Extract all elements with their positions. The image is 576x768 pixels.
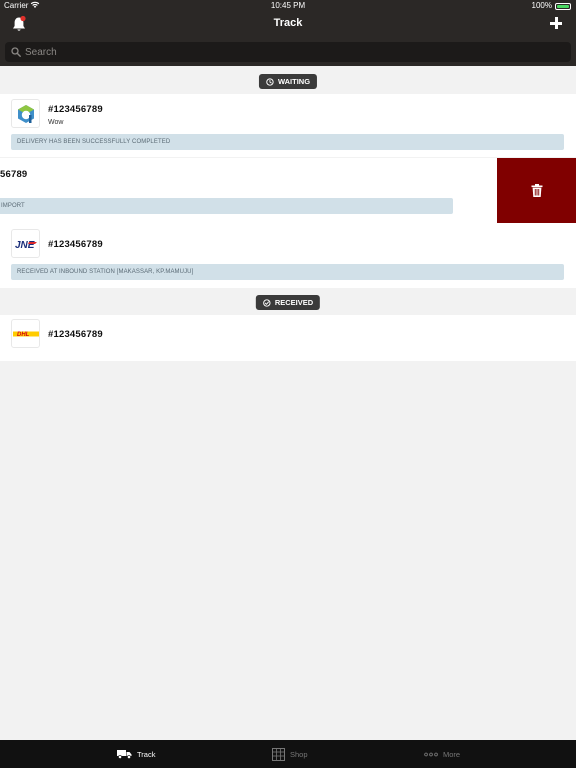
tracking-number: #123456789: [48, 329, 103, 340]
check-circle-icon: [263, 298, 271, 307]
search-field[interactable]: [5, 42, 571, 62]
carrier-logo: JNE: [11, 229, 40, 258]
delete-button[interactable]: [497, 158, 576, 223]
tab-label: More: [443, 749, 461, 759]
nav-bar: Track: [0, 12, 576, 40]
status-message: IMPORT: [1, 203, 25, 209]
status-bar: Carrier 10:45 PM 100%: [0, 0, 576, 12]
svg-text:JNE: JNE: [15, 240, 35, 251]
tab-track[interactable]: Track: [117, 740, 155, 768]
status-text: DELIVERY HAS BEEN SUCCESSFULLY COMPLETED: [11, 134, 564, 150]
tracking-number: #123456789: [48, 104, 103, 115]
tab-label: Shop: [290, 749, 308, 759]
shipment-note: Wow: [48, 119, 64, 126]
search-bar: [0, 40, 576, 66]
status-text: RECEIVED AT INBOUND STATION [MAKASSAR, K…: [11, 264, 564, 280]
tab-label: Track: [137, 749, 156, 759]
status-message: DELIVERY HAS BEEN SUCCESSFULLY COMPLETED: [17, 139, 171, 145]
swiped-row-content: 56789 IMPORT: [0, 158, 536, 223]
tab-bar: Track Shop More: [0, 740, 576, 768]
truck-icon: [117, 750, 132, 759]
dhl-logo-icon: DHL: [12, 331, 39, 338]
tab-shop[interactable]: Shop: [272, 740, 308, 768]
battery-percent: 100%: [531, 1, 552, 10]
add-shipment-button[interactable]: [550, 17, 562, 29]
tracking-number: 56789: [0, 169, 28, 180]
carrier-logo: [11, 99, 40, 128]
clock-icon: [266, 77, 274, 86]
battery-icon: [555, 3, 571, 10]
received-badge: RECEIVED: [255, 295, 321, 310]
generic-courier-logo-icon: [17, 104, 34, 123]
tab-more[interactable]: More: [424, 740, 460, 768]
shipment-row-swiped[interactable]: 56789 IMPORT: [0, 158, 576, 223]
shop-icon: [272, 747, 285, 761]
more-icon: [424, 752, 438, 756]
section-header-waiting: WAITING: [0, 68, 576, 94]
section-header-received: RECEIVED: [0, 289, 576, 315]
jne-logo-icon: JNE: [15, 240, 37, 251]
trash-icon: [531, 184, 542, 197]
section-label: RECEIVED: [274, 298, 314, 307]
search-input[interactable]: [25, 44, 555, 60]
svg-text:DHL: DHL: [17, 332, 30, 338]
carrier-logo: DHL: [11, 319, 40, 348]
clock-time: 10:45 PM: [270, 1, 306, 10]
shipment-row[interactable]: JNE #123456789 RECEIVED AT INBOUND STATI…: [0, 223, 576, 288]
waiting-badge: WAITING: [258, 74, 318, 89]
status-message: RECEIVED AT INBOUND STATION [MAKASSAR, K…: [17, 269, 194, 275]
page-title: Track: [273, 17, 303, 29]
status-text: IMPORT: [0, 198, 453, 214]
shipment-row[interactable]: #123456789 Wow DELIVERY HAS BEEN SUCCESS…: [0, 94, 576, 157]
section-label: WAITING: [277, 77, 311, 86]
search-icon: [11, 47, 21, 57]
tracking-number: #123456789: [48, 239, 103, 250]
shipment-row[interactable]: DHL #123456789: [0, 315, 576, 361]
